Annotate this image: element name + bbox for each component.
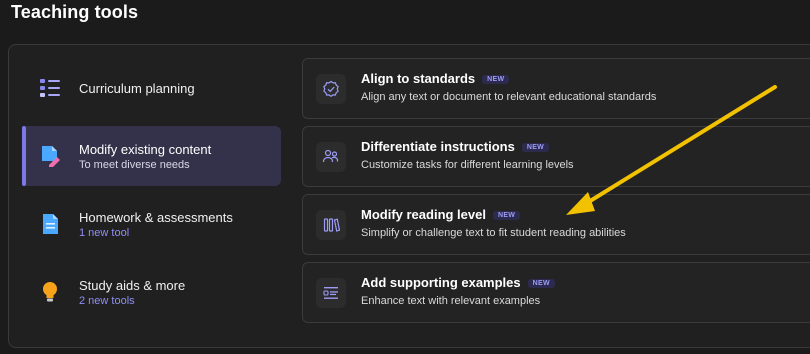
- sidebar-item-label: Homework & assessments: [79, 210, 233, 225]
- tool-card-description: Align any text or document to relevant e…: [361, 91, 657, 103]
- sidebar-item-homework-assessments[interactable]: Homework & assessments 1 new tool: [22, 194, 281, 254]
- new-badge: NEW: [492, 211, 521, 220]
- tool-card-differentiate-instructions[interactable]: Differentiate instructions NEW Customize …: [302, 126, 810, 187]
- tool-card-modify-reading-level[interactable]: Modify reading level NEW Simplify or chal…: [302, 194, 810, 255]
- page-title: Teaching tools: [11, 2, 139, 22]
- tool-card-title: Align to standards NEW: [361, 71, 510, 86]
- sidebar-item-label: Curriculum planning: [79, 81, 195, 96]
- tool-card-title: Add supporting examples NEW: [361, 275, 555, 290]
- badge-check-icon: [316, 73, 346, 104]
- people-icon: [316, 141, 346, 172]
- sidebar-item-label: Study aids & more: [79, 278, 186, 293]
- tool-card-title: Differentiate instructions NEW: [361, 139, 550, 154]
- tool-card-description: Customize tasks for different learning l…: [361, 159, 574, 171]
- lightbulb-icon: [39, 281, 61, 303]
- sidebar-item-subtitle[interactable]: 2 new tools: [79, 295, 135, 307]
- sidebar-item-subtitle: To meet diverse needs: [79, 159, 190, 171]
- tool-card-description: Enhance text with relevant examples: [361, 295, 541, 307]
- tool-card-align-to-standards[interactable]: Align to standards NEW Align any text or …: [302, 58, 810, 119]
- sidebar-item-subtitle[interactable]: 1 new tool: [79, 227, 129, 239]
- new-badge: NEW: [521, 143, 550, 152]
- sidebar-item-curriculum-planning[interactable]: Curriculum planning: [22, 58, 281, 118]
- tool-card-title: Modify reading level NEW: [361, 207, 521, 222]
- text-example-icon: [316, 277, 346, 308]
- sidebar-item-modify-existing-content[interactable]: Modify existing content To meet diverse …: [22, 126, 281, 186]
- new-badge: NEW: [482, 75, 510, 84]
- edit-document-icon: [39, 145, 61, 168]
- sidebar-item-label: Modify existing content: [79, 142, 212, 157]
- document-icon: [39, 213, 61, 235]
- tool-card-description: Simplify or challenge text to fit studen…: [361, 227, 626, 239]
- sidebar-item-study-aids[interactable]: Study aids & more 2 new tools: [22, 262, 281, 322]
- list-icon: [39, 77, 61, 99]
- tool-card-add-supporting-examples[interactable]: Add supporting examples NEW Enhance text …: [302, 262, 810, 323]
- new-badge: NEW: [527, 279, 555, 288]
- reading-level-icon: [316, 209, 346, 240]
